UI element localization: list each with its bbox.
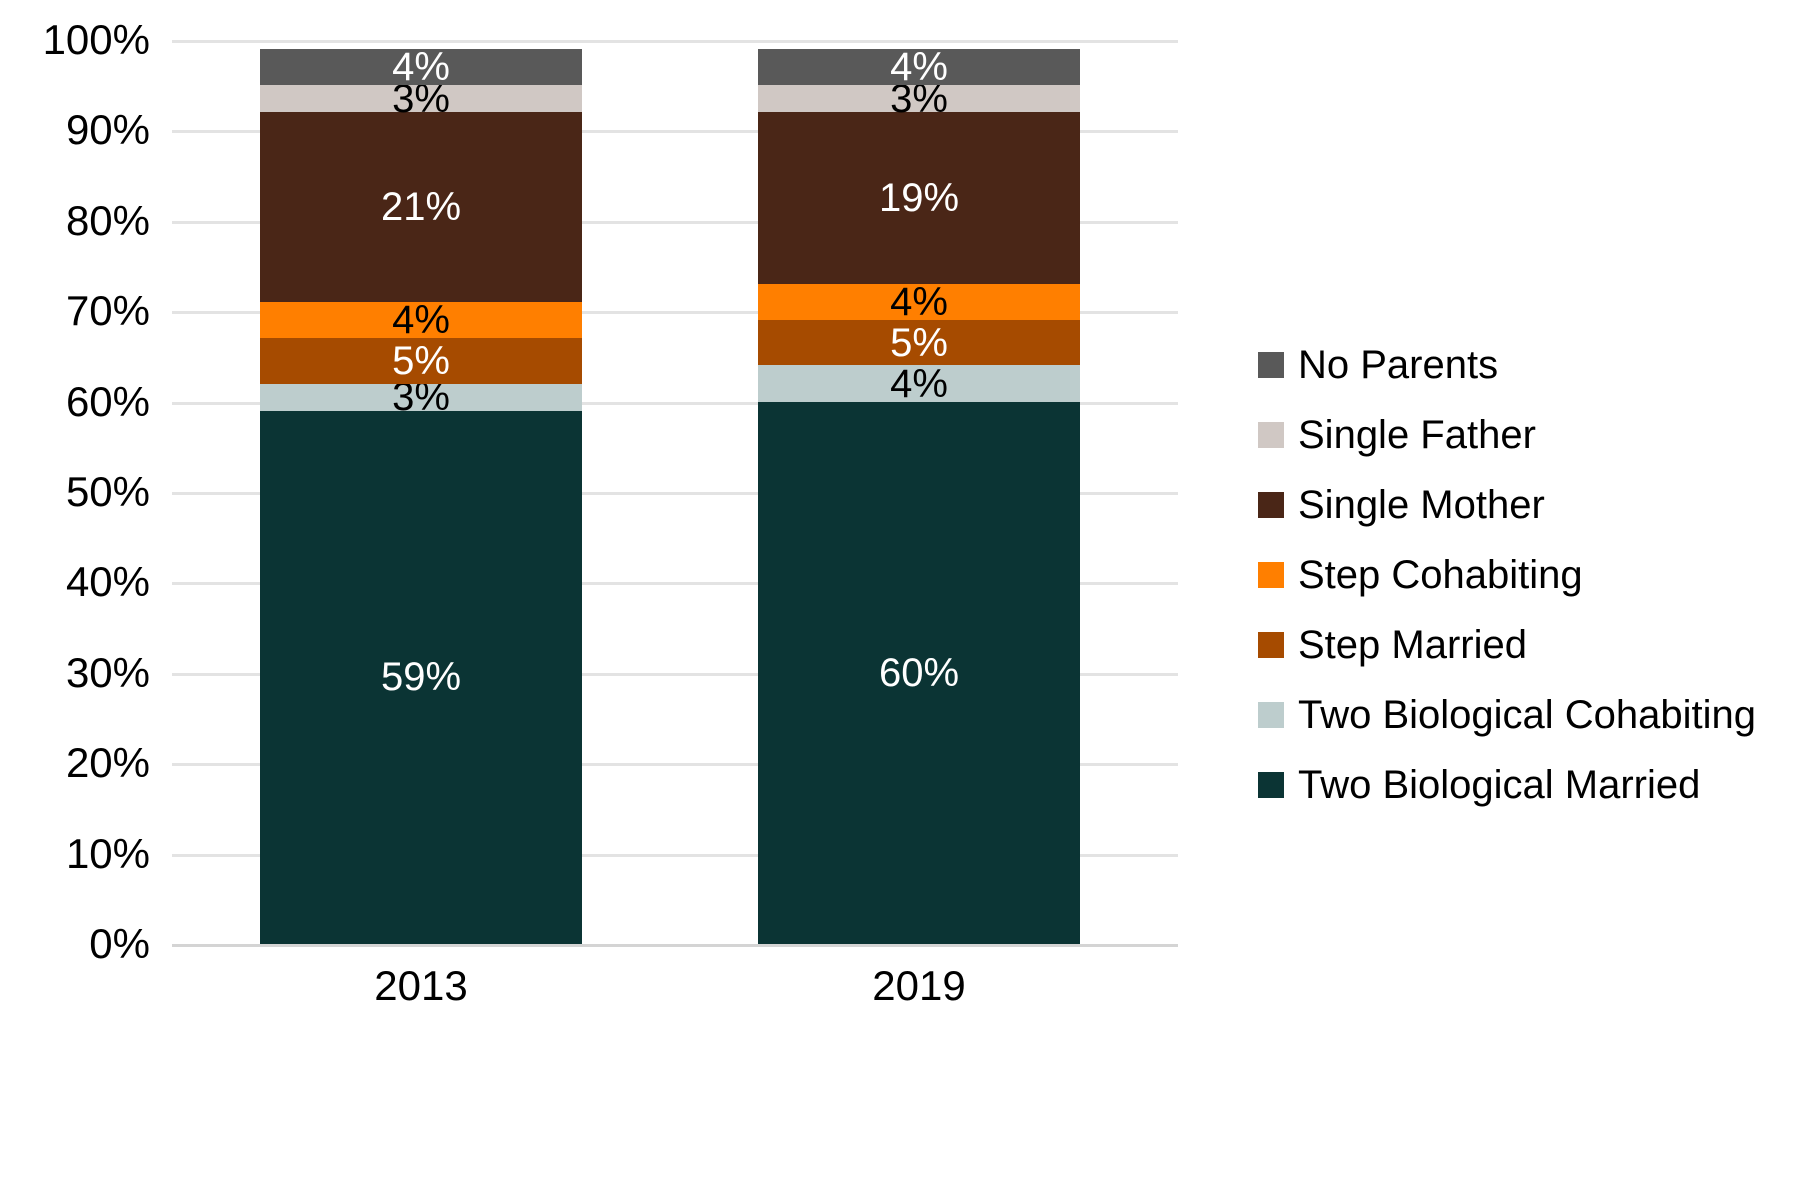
legend-item-single-mother[interactable]: Single Mother xyxy=(1258,470,1778,540)
bar-segment[interactable]: 3% xyxy=(758,79,1080,119)
bar-2013[interactable]: 59% 3% 5% 4% 21% 3% 4% xyxy=(260,40,582,944)
legend-label: Two Biological Cohabiting xyxy=(1298,692,1757,737)
y-tick-label-30: 30% xyxy=(65,648,150,696)
bar-segment[interactable]: 4% xyxy=(260,45,582,90)
bar-segment[interactable]: 60% xyxy=(758,401,1080,944)
legend-label: Two Biological Married xyxy=(1298,762,1701,807)
y-tick-label-10: 10% xyxy=(65,829,150,877)
x-tick-label-2013: 2013 xyxy=(374,962,468,1009)
y-tick-label-50: 50% xyxy=(65,468,150,515)
bar-segment-label: 4% xyxy=(392,45,450,90)
bar-segment-label: 19% xyxy=(878,176,960,221)
bar-segment-label: 4% xyxy=(890,280,948,325)
bar-segment-label: 21% xyxy=(380,185,462,230)
bar-segment[interactable]: 4% xyxy=(758,280,1080,325)
y-tick-label-80: 80% xyxy=(65,196,150,244)
legend-label: Single Father xyxy=(1298,412,1536,457)
bar-segment-label: 60% xyxy=(878,650,960,695)
y-tick-label-0: 0% xyxy=(89,920,150,967)
bar-segment[interactable]: 4% xyxy=(758,45,1080,90)
legend-swatch-icon xyxy=(1258,772,1284,798)
legend-swatch-icon xyxy=(1258,562,1284,588)
bar-segment-label: 59% xyxy=(380,655,462,700)
y-tick-label-20: 20% xyxy=(65,739,150,787)
legend-label: No Parents xyxy=(1298,342,1499,387)
bar-segment[interactable]: 4% xyxy=(260,298,582,343)
legend-item-two-biological-married[interactable]: Two Biological Married xyxy=(1258,750,1778,820)
legend-label: Step Cohabiting xyxy=(1298,552,1583,597)
y-tick-label-60: 60% xyxy=(65,377,150,425)
x-axis: 2013 2019 xyxy=(172,962,1178,1042)
bar-segment[interactable]: 5% xyxy=(758,320,1080,366)
bar-2019[interactable]: 60% 4% 5% 4% 19% 3% 4% xyxy=(758,40,1080,944)
bar-segment[interactable]: 21% xyxy=(260,112,582,303)
bar-segment-label: 4% xyxy=(890,45,948,90)
legend-label: Step Married xyxy=(1298,622,1527,667)
bar-segment[interactable]: 3% xyxy=(260,79,582,119)
x-tick-label-2019: 2019 xyxy=(872,962,966,1009)
bar-segment[interactable]: 5% xyxy=(260,338,582,384)
legend-swatch-icon xyxy=(1258,632,1284,658)
y-tick-label-100: 100% xyxy=(42,16,150,63)
legend-item-step-married[interactable]: Step Married xyxy=(1258,610,1778,680)
bar-segment[interactable]: 3% xyxy=(260,377,582,417)
bar-segment[interactable]: 4% xyxy=(758,361,1080,406)
y-tick-label-70: 70% xyxy=(65,287,150,335)
y-tick-label-90: 90% xyxy=(65,106,150,154)
bar-segment[interactable]: 59% xyxy=(260,410,582,944)
legend-item-single-father[interactable]: Single Father xyxy=(1258,400,1778,470)
bar-segment-label: 5% xyxy=(890,320,948,365)
legend-swatch-icon xyxy=(1258,702,1284,728)
legend: No Parents Single Father Single Mother Step… xyxy=(1258,330,1778,820)
legend-swatch-icon xyxy=(1258,352,1284,378)
y-tick-label-40: 40% xyxy=(65,558,150,606)
y-axis: 100% 90% 80% 70% 60% 50% 40% 30% 20% 10% 0% xyxy=(0,0,160,1197)
bar-segment-label: 5% xyxy=(392,338,450,383)
bar-segment-label: 4% xyxy=(890,361,948,406)
stacked-bar-chart: 100% 90% 80% 70% 60% 50% 40% 30% 20% 10% 0% 59% 3% 5… xyxy=(0,0,1796,1197)
plot-area: 59% 3% 5% 4% 21% 3% 4% 60% 4% 5% 4% 19% 3% 4% xyxy=(172,40,1178,944)
legend-item-two-biological-cohabiting[interactable]: Two Biological Cohabiting xyxy=(1258,680,1778,750)
bar-segment-label: 4% xyxy=(392,298,450,343)
legend-swatch-icon xyxy=(1258,492,1284,518)
legend-item-no-parents[interactable]: No Parents xyxy=(1258,330,1778,400)
legend-swatch-icon xyxy=(1258,422,1284,448)
legend-item-step-cohabiting[interactable]: Step Cohabiting xyxy=(1258,540,1778,610)
bar-segment[interactable]: 19% xyxy=(758,112,1080,285)
legend-label: Single Mother xyxy=(1298,482,1545,527)
gridline-0 xyxy=(172,944,1178,947)
